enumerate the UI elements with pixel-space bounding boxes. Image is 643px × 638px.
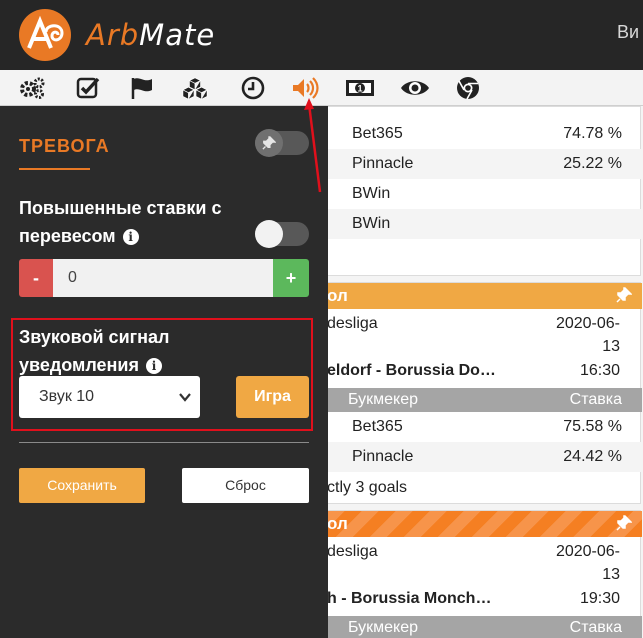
save-button[interactable]: Сохранить (19, 468, 145, 503)
arb-card[interactable]: Bet365 74.78 % Pinnacle 25.22 % BWin BWi… (310, 106, 642, 276)
bookmaker-name[interactable]: BWin (352, 185, 390, 203)
flag-icon[interactable] (128, 76, 156, 100)
event-time: 19:30 (579, 590, 620, 607)
sound-label-line2: уведомления (19, 355, 139, 375)
sport-label: ол (327, 286, 348, 305)
raised-bets-label: Повышенные ставки с перевесом i (19, 194, 222, 250)
info-icon[interactable]: i (146, 358, 163, 374)
arb-card[interactable]: ол desliga 2020-06- 13 h - Borussia Monc… (310, 510, 642, 638)
table-header: т Букмекер Ставка (311, 616, 642, 638)
overweight-input[interactable] (53, 259, 273, 297)
eye-icon[interactable] (400, 76, 430, 100)
bookmaker-name[interactable]: Bet365 (352, 418, 403, 436)
alarm-panel: ТРЕВОГА Повышенные ставки с перевесом i … (0, 106, 328, 638)
brand-part-arb: Arb (86, 18, 140, 52)
gears-icon[interactable] (18, 76, 46, 100)
cubes-icon[interactable] (181, 76, 209, 100)
stake-percent: 74.78 % (563, 125, 622, 142)
decrement-button[interactable]: - (19, 259, 53, 297)
header-right-text[interactable]: Ви (617, 22, 639, 43)
bookmaker-name[interactable]: Bet365 (352, 125, 403, 143)
bookmaker-name[interactable]: Pinnacle (352, 448, 413, 466)
table-row: BWin (311, 179, 642, 209)
match-name[interactable]: eldorf - Borussia Do… (327, 362, 496, 380)
overweight-stepper: - + (19, 259, 309, 297)
brand-part-mate: Mate (139, 18, 216, 52)
chrome-icon[interactable] (454, 76, 482, 100)
stake-percent: 25.22 % (563, 155, 622, 172)
raised-bets-toggle[interactable] (255, 220, 309, 248)
sound-label: Звуковой сигнал уведомления i (19, 323, 169, 379)
increment-button[interactable]: + (273, 259, 309, 297)
event-time: 16:30 (579, 362, 620, 379)
checkbox-icon[interactable] (74, 76, 102, 100)
league-name: desliga (327, 315, 378, 332)
sound-select[interactable]: Звук 10 (19, 376, 200, 418)
card-header: ол (311, 511, 642, 537)
sound-label-line1: Звуковой сигнал (19, 327, 170, 347)
event-date-line2: 13 (602, 566, 620, 583)
arbs-list: Bet365 74.78 % Pinnacle 25.22 % BWin BWi… (310, 106, 643, 638)
column-header-stake: Ставка (569, 619, 622, 636)
bookmaker-name[interactable]: BWin (352, 215, 390, 233)
arb-card[interactable]: ол desliga 2020-06- 13 eldorf - Borussia… (310, 282, 642, 504)
table-row: Pinnacle 24.42 % (311, 442, 642, 472)
panel-title: ТРЕВОГА (19, 136, 110, 156)
brand-name: ArbMate (86, 18, 215, 52)
table-header: т Букмекер Ставка (311, 388, 642, 412)
event-date: 2020-06- (555, 315, 620, 332)
pin-icon[interactable] (616, 287, 632, 303)
reset-button[interactable]: Сброс (182, 468, 309, 503)
toggle-knob (255, 129, 283, 157)
clock-icon[interactable] (239, 76, 267, 100)
match-name[interactable]: h - Borussia Monch… (327, 590, 491, 608)
toggle-knob (255, 220, 283, 248)
column-header-stake: Ставка (569, 391, 622, 408)
table-row: BWin (311, 209, 642, 239)
market-name: ctly 3 goals (327, 479, 408, 496)
chevron-down-icon (179, 393, 191, 402)
stake-percent: 24.42 % (563, 448, 622, 465)
arbmate-logo (19, 9, 71, 61)
column-header-bookmaker: Букмекер (348, 391, 419, 408)
table-row: Pinnacle 25.22 % (311, 149, 642, 179)
sound-select-value: Звук 10 (39, 388, 95, 405)
pin-icon (262, 136, 276, 150)
table-row: Bet365 75.58 % (311, 412, 642, 442)
raised-bets-label-line2: перевесом (19, 226, 116, 246)
toolbar: 1 (0, 70, 643, 106)
event-date-line2: 13 (602, 338, 620, 355)
info-icon[interactable]: i (122, 229, 139, 245)
bookmaker-name[interactable]: Pinnacle (352, 155, 413, 173)
svg-text:1: 1 (357, 84, 362, 94)
stake-percent: 75.58 % (563, 418, 622, 435)
app-header: ArbMate Ви (0, 0, 643, 70)
table-row: Bet365 74.78 % (311, 119, 642, 149)
divider (19, 442, 309, 443)
sport-label: ол (327, 514, 348, 533)
pin-panel-toggle[interactable] (255, 129, 309, 157)
column-header-bookmaker: Букмекер (348, 619, 419, 636)
pin-icon[interactable] (616, 515, 632, 531)
card-header: ол (311, 283, 642, 309)
event-date: 2020-06- (555, 543, 620, 560)
title-underline (19, 168, 90, 170)
raised-bets-label-line1: Повышенные ставки с (19, 198, 222, 218)
volume-icon[interactable] (291, 76, 319, 100)
play-button[interactable]: Игра (236, 376, 309, 418)
money-icon[interactable]: 1 (345, 76, 375, 100)
league-name: desliga (327, 543, 378, 560)
